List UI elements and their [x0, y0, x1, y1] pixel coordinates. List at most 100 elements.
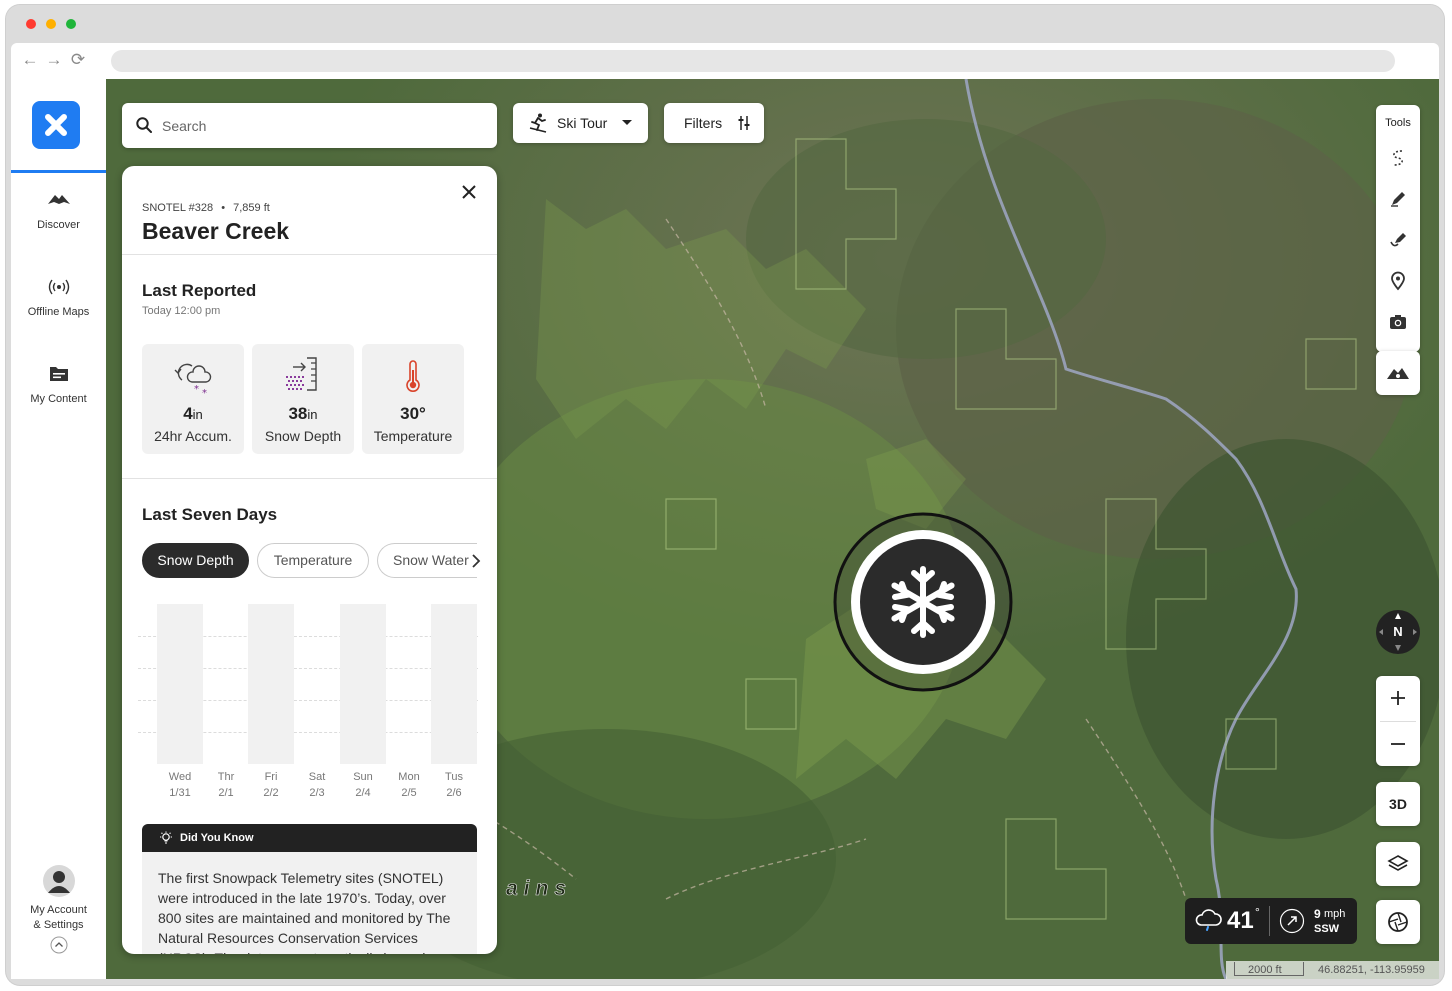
tab-snow-water[interactable]: Snow Water	[377, 543, 477, 578]
compass-button[interactable]: N	[1376, 610, 1420, 654]
stat-value: 30°	[362, 404, 464, 424]
divider	[122, 478, 497, 479]
zoom-divider	[1380, 721, 1416, 722]
locate-button[interactable]	[1376, 900, 1420, 944]
back-arrow-icon[interactable]: ←	[21, 51, 39, 69]
avatar	[42, 865, 75, 897]
chart-column	[248, 604, 294, 764]
day-date: 2/6	[446, 787, 462, 799]
chevron-right-icon[interactable]	[470, 553, 482, 569]
day-date: 2/3	[309, 787, 325, 799]
wind-direction: SSW	[1314, 923, 1340, 935]
maximize-window-dot[interactable]	[66, 19, 76, 29]
day-date: 2/1	[218, 787, 234, 799]
sidebar-item-account[interactable]: My Account & Settings	[11, 865, 106, 954]
sidebar-item-offline-maps[interactable]: Offline Maps	[11, 276, 106, 318]
wind-direction-icon	[1279, 908, 1305, 934]
broadcast-icon	[48, 279, 69, 295]
station-panel: SNOTEL #328 • 7,859 ft Beaver Creek Last…	[122, 166, 497, 954]
map-canvas[interactable]: ains Ski Tour	[106, 79, 1439, 979]
stat-label: 24hr Accum.	[154, 428, 232, 444]
weather-widget[interactable]: 41 ° 9 mph SSW	[1185, 898, 1357, 944]
day-label: Wed 1/31	[157, 769, 203, 801]
route-icon[interactable]	[1388, 148, 1408, 168]
day-name: Fri	[264, 771, 278, 783]
logo-x-icon	[45, 114, 67, 136]
close-window-dot[interactable]	[26, 19, 36, 29]
thermometer-icon	[406, 360, 420, 392]
search-input[interactable]	[162, 115, 482, 137]
zoom-in-icon[interactable]	[1390, 690, 1406, 706]
last-reported-heading: Last Reported	[142, 281, 257, 300]
app-logo[interactable]	[32, 101, 80, 149]
view-3d-button[interactable]: 3D	[1376, 782, 1420, 826]
aperture-icon	[1388, 912, 1408, 932]
app: Discover Offline Maps My Content My Acco…	[11, 79, 1439, 979]
folder-icon	[49, 367, 68, 381]
snotel-marker[interactable]	[832, 511, 1014, 693]
address-bar[interactable]	[111, 50, 1395, 72]
day-date: 2/2	[263, 787, 279, 799]
sidebar-item-my-content[interactable]: My Content	[11, 363, 106, 405]
pencil-icon[interactable]	[1388, 189, 1408, 209]
stat-card-accumulation: * * 4in 24hr Accum.	[142, 344, 244, 454]
day-name: Thr	[217, 771, 235, 783]
layers-button[interactable]	[1376, 842, 1420, 886]
lightbulb-icon	[160, 831, 172, 844]
browser-toolbar: ← → ⟳	[11, 43, 1439, 79]
wind-unit: mph	[1324, 908, 1346, 920]
chevron-up-icon[interactable]	[50, 936, 68, 954]
title-bar	[6, 5, 1444, 43]
account-label-line2: & Settings	[33, 919, 84, 931]
day-name: Sun	[353, 771, 373, 783]
forward-arrow-icon[interactable]: →	[45, 51, 63, 69]
map-label-mountains: ains	[506, 877, 573, 901]
sliders-icon	[738, 116, 750, 130]
sidebar-item-label: Offline Maps	[27, 306, 90, 318]
day-date: 1/31	[169, 787, 191, 799]
tab-snow-depth[interactable]: Snow Depth	[142, 543, 249, 578]
skier-icon	[529, 113, 547, 133]
caret-down-icon	[622, 120, 633, 125]
svg-text:*: *	[202, 388, 207, 396]
layers-icon	[1387, 855, 1409, 871]
svg-text:*: *	[194, 384, 199, 395]
account-label-line1: My Account	[30, 904, 87, 916]
weather-temp: 41	[1227, 907, 1254, 934]
day-name: Wed	[168, 771, 192, 783]
did-you-know-heading: Did You Know	[180, 832, 254, 844]
day-name: Sat	[308, 771, 326, 783]
pin-icon[interactable]	[1388, 271, 1408, 291]
minimize-window-dot[interactable]	[46, 19, 56, 29]
stat-value: 4in	[142, 404, 244, 424]
filters-button[interactable]: Filters	[664, 103, 764, 143]
cloud-rain-icon	[1195, 909, 1222, 931]
discover-map-button[interactable]	[1376, 351, 1420, 395]
divider	[122, 254, 497, 255]
stat-label: Snow Depth	[264, 428, 342, 444]
station-id: SNOTEL #328	[142, 202, 214, 214]
filters-label: Filters	[684, 115, 723, 131]
sidebar-item-discover[interactable]: Discover	[11, 189, 106, 231]
marker-draw-icon[interactable]	[1388, 230, 1408, 250]
stat-number: 38	[288, 404, 308, 423]
scale-bar: 2000 ft 46.88251, -113.95959	[1226, 961, 1439, 979]
day-label: Sat 2/3	[294, 769, 340, 801]
reload-icon[interactable]: ⟳	[69, 51, 87, 69]
activity-dropdown[interactable]: Ski Tour	[513, 103, 648, 143]
close-icon[interactable]	[460, 183, 478, 201]
camera-icon[interactable]	[1388, 312, 1408, 332]
day-label: Sun 2/4	[340, 769, 386, 801]
sidebar-item-label: My Content	[30, 393, 87, 405]
mountain-icon	[47, 195, 70, 204]
view-3d-label: 3D	[1389, 796, 1407, 812]
search-bar[interactable]	[122, 103, 497, 148]
did-you-know-card: Did You Know The first Snowpack Telemetr…	[142, 824, 477, 954]
stat-card-temperature: 30° Temperature	[362, 344, 464, 454]
sidebar: Discover Offline Maps My Content My Acco…	[11, 79, 106, 979]
station-meta: SNOTEL #328 • 7,859 ft	[142, 202, 270, 214]
stat-unit: in	[307, 407, 318, 422]
activity-label: Ski Tour	[557, 115, 608, 131]
tab-temperature[interactable]: Temperature	[257, 543, 369, 578]
zoom-out-icon[interactable]	[1390, 736, 1406, 752]
